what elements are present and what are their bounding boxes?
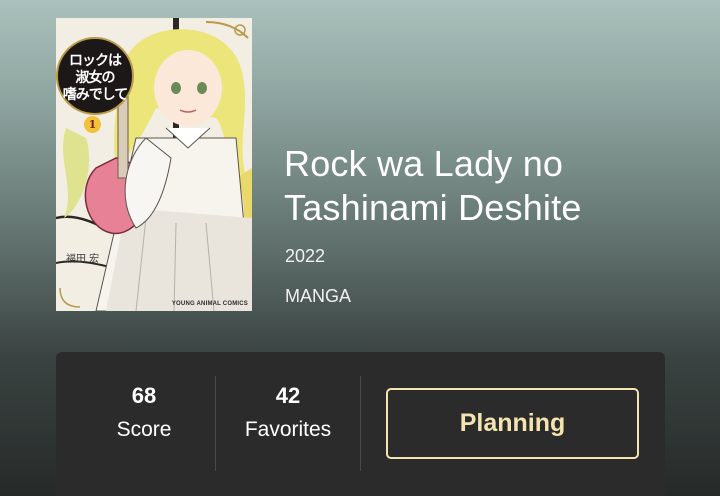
cover-title: ロックは 淑女の 嗜みでして [62, 52, 129, 103]
media-format: MANGA [285, 286, 352, 306]
media-year: 2022 [285, 246, 326, 266]
score-value: 68 [131, 383, 157, 408]
score-label: Score [116, 418, 172, 441]
cover-title-area: ロックは 淑女の 嗜みでして [58, 32, 132, 124]
favorites-value: 42 [275, 383, 301, 408]
stats-divider [360, 376, 361, 471]
cover-volume-badge: 1 [84, 116, 101, 133]
cover-imprint: YOUNG ANIMAL COMICS [171, 301, 248, 307]
score-stat: 68 Score [64, 376, 224, 444]
media-title: Rock wa Lady no Tashinami Deshite [284, 143, 582, 228]
favorites-stat: 42 Favorites [208, 376, 368, 444]
stats-card: 68 Score 42 Favorites Planning [56, 352, 665, 496]
favorites-label: Favorites [244, 418, 332, 441]
planning-status-button[interactable]: Planning [386, 388, 639, 459]
cover-author: 福田 宏 [66, 254, 100, 265]
cover-image[interactable]: ロックは 淑女の 嗜みでして 1 福田 宏 YOUNG ANIMAL COMIC… [56, 18, 252, 311]
